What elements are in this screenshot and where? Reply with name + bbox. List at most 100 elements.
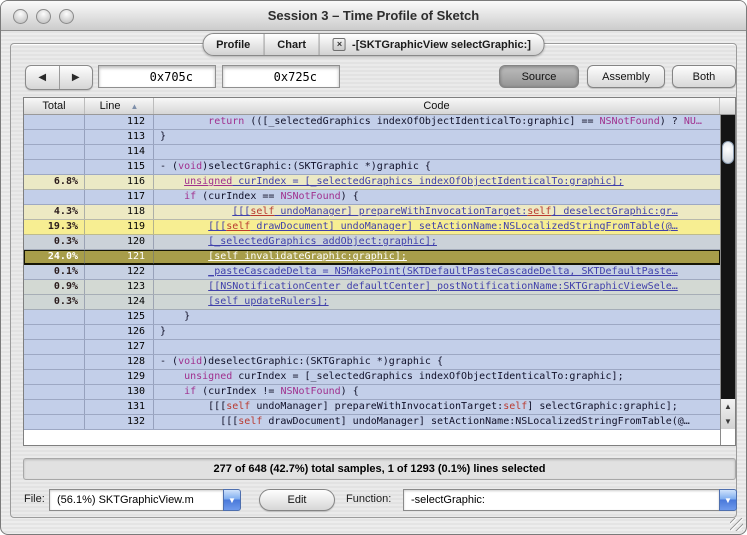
assembly-view-button[interactable]: Assembly <box>587 65 665 88</box>
table-row[interactable]: 0.3% 124 [self updateRulers]; <box>24 295 720 310</box>
sort-ascending-icon: ▲ <box>130 101 139 111</box>
table-row[interactable]: 131 [[[self undoManager] prepareWithInvo… <box>24 400 720 415</box>
code-cell[interactable]: [[[self undoManager] prepareWithInvocati… <box>154 400 720 414</box>
table-row[interactable]: 0.3% 120 [_selectedGraphics addObject:gr… <box>24 235 720 250</box>
line-number-cell: 118 <box>85 205 154 219</box>
table-row[interactable]: 19.3% 119 [[[self drawDocument] undoMana… <box>24 220 720 235</box>
window-title: Session 3 – Time Profile of Sketch <box>267 8 480 23</box>
code-cell[interactable]: [[[self undoManager] prepareWithInvocati… <box>154 205 720 219</box>
file-dropdown-arrow-icon[interactable]: ▼ <box>223 489 241 511</box>
total-percent-cell <box>24 340 85 354</box>
code-cell[interactable]: - (void)deselectGraphic:(SKTGraphic *)gr… <box>154 355 720 369</box>
line-number-cell: 112 <box>85 115 154 129</box>
line-number-cell: 113 <box>85 130 154 144</box>
vertical-scrollbar[interactable]: ▲ ▼ <box>720 115 735 445</box>
code-cell[interactable]: [self invalidateGraphic:graphic]; <box>154 250 720 264</box>
table-row[interactable]: 130 if (curIndex != NSNotFound) { <box>24 385 720 400</box>
total-percent-cell: 0.3% <box>24 235 85 249</box>
source-view-button[interactable]: Source <box>499 65 579 88</box>
scroll-up-button[interactable]: ▲ <box>721 399 735 414</box>
table-row[interactable]: 132 [[[self drawDocument] undoManager] s… <box>24 415 720 430</box>
file-label: File: <box>24 493 45 505</box>
table-row[interactable]: 117 if (curIndex == NSNotFound) { <box>24 190 720 205</box>
code-cell[interactable]: [[[self drawDocument] undoManager] setAc… <box>154 415 720 429</box>
total-percent-cell <box>24 310 85 324</box>
edit-button[interactable]: Edit <box>259 489 335 511</box>
close-tab-icon[interactable]: × <box>333 38 347 51</box>
code-cell[interactable] <box>154 145 720 159</box>
total-percent-cell <box>24 325 85 339</box>
tab-profile[interactable]: Profile <box>203 34 265 55</box>
table-row[interactable]: 24.0% 121 [self invalidateGraphic:graphi… <box>24 250 720 265</box>
file-dropdown[interactable]: (56.1%) SKTGraphicView.m ▼ <box>49 489 241 511</box>
line-number-cell: 123 <box>85 280 154 294</box>
line-number-cell: 125 <box>85 310 154 324</box>
code-cell[interactable]: } <box>154 310 720 324</box>
total-percent-cell: 6.8% <box>24 175 85 189</box>
total-percent-cell <box>24 130 85 144</box>
scrollbar-arrows: ▲ ▼ <box>721 399 735 429</box>
table-row[interactable]: 0.1% 122 _pasteCascadeDelta = NSMakePoin… <box>24 265 720 280</box>
function-dropdown-arrow-icon[interactable]: ▼ <box>719 489 737 511</box>
code-cell[interactable]: [_selectedGraphics addObject:graphic]; <box>154 235 720 249</box>
title-bar[interactable]: Session 3 – Time Profile of Sketch <box>1 1 746 31</box>
resize-grip[interactable] <box>730 518 743 531</box>
back-button[interactable]: ◀ <box>26 66 60 89</box>
scrollbar-thumb[interactable] <box>722 141 734 164</box>
total-percent-cell: 0.3% <box>24 295 85 309</box>
table-row[interactable]: 4.3% 118 [[[self undoManager] prepareWit… <box>24 205 720 220</box>
table-row[interactable]: 113 } <box>24 130 720 145</box>
both-view-button[interactable]: Both <box>672 65 736 88</box>
address-start-field[interactable] <box>98 65 216 88</box>
total-percent-cell <box>24 160 85 174</box>
forward-icon: ▶ <box>71 72 80 83</box>
line-number-cell: 126 <box>85 325 154 339</box>
code-cell[interactable]: [[NSNotificationCenter defaultCenter] po… <box>154 280 720 294</box>
table-row[interactable]: 126 } <box>24 325 720 340</box>
back-icon: ◀ <box>38 72 47 83</box>
code-cell[interactable]: unsigned curIndex = [_selectedGraphics i… <box>154 175 720 189</box>
table-row[interactable]: 6.8% 116 unsigned curIndex = [_selectedG… <box>24 175 720 190</box>
tab-function[interactable]: × -[SKTGraphicView selectGraphic:] <box>320 34 544 55</box>
code-cell[interactable]: if (curIndex != NSNotFound) { <box>154 385 720 399</box>
code-cell[interactable]: [self updateRulers]; <box>154 295 720 309</box>
forward-button[interactable]: ▶ <box>60 66 93 89</box>
total-percent-cell <box>24 145 85 159</box>
code-cell[interactable]: unsigned curIndex = [_selectedGraphics i… <box>154 370 720 384</box>
code-cell[interactable]: [[[self drawDocument] undoManager] setAc… <box>154 220 720 234</box>
code-cell[interactable]: } <box>154 325 720 339</box>
code-cell[interactable]: if (curIndex == NSNotFound) { <box>154 190 720 204</box>
code-table: Total Line ▲ Code 112 return (([_selecte… <box>23 97 736 446</box>
scrollbar-track[interactable] <box>721 115 735 399</box>
address-end-field[interactable] <box>222 65 340 88</box>
code-cell[interactable]: _pasteCascadeDelta = NSMakePoint(SKTDefa… <box>154 265 720 279</box>
function-dropdown[interactable]: -selectGraphic: ▼ <box>403 489 737 511</box>
table-row[interactable]: 0.9% 123 [[NSNotificationCenter defaultC… <box>24 280 720 295</box>
scroll-down-button[interactable]: ▼ <box>721 414 735 429</box>
total-percent-cell <box>24 370 85 384</box>
table-row[interactable]: 127 <box>24 340 720 355</box>
code-cell[interactable]: return (([_selectedGraphics indexOfObjec… <box>154 115 720 129</box>
code-cell[interactable]: } <box>154 130 720 144</box>
column-header-total[interactable]: Total <box>24 98 85 114</box>
table-row[interactable]: 125 } <box>24 310 720 325</box>
code-cell[interactable] <box>154 340 720 354</box>
line-number-cell: 131 <box>85 400 154 414</box>
table-row[interactable]: 115 - (void)selectGraphic:(SKTGraphic *)… <box>24 160 720 175</box>
total-percent-cell: 24.0% <box>24 250 85 264</box>
table-row[interactable]: 128 - (void)deselectGraphic:(SKTGraphic … <box>24 355 720 370</box>
line-number-cell: 114 <box>85 145 154 159</box>
line-number-cell: 122 <box>85 265 154 279</box>
table-row[interactable]: 112 return (([_selectedGraphics indexOfO… <box>24 115 720 130</box>
line-number-cell: 119 <box>85 220 154 234</box>
line-number-cell: 132 <box>85 415 154 429</box>
column-header-line[interactable]: Line ▲ <box>85 98 154 114</box>
code-cell[interactable]: - (void)selectGraphic:(SKTGraphic *)grap… <box>154 160 720 174</box>
tab-chart[interactable]: Chart <box>264 34 321 55</box>
status-bar: 277 of 648 (42.7%) total samples, 1 of 1… <box>23 458 736 480</box>
code-table-header: Total Line ▲ Code <box>24 98 735 115</box>
table-row[interactable]: 114 <box>24 145 720 160</box>
table-row[interactable]: 129 unsigned curIndex = [_selectedGraphi… <box>24 370 720 385</box>
line-number-cell: 117 <box>85 190 154 204</box>
column-header-code[interactable]: Code <box>154 98 720 114</box>
